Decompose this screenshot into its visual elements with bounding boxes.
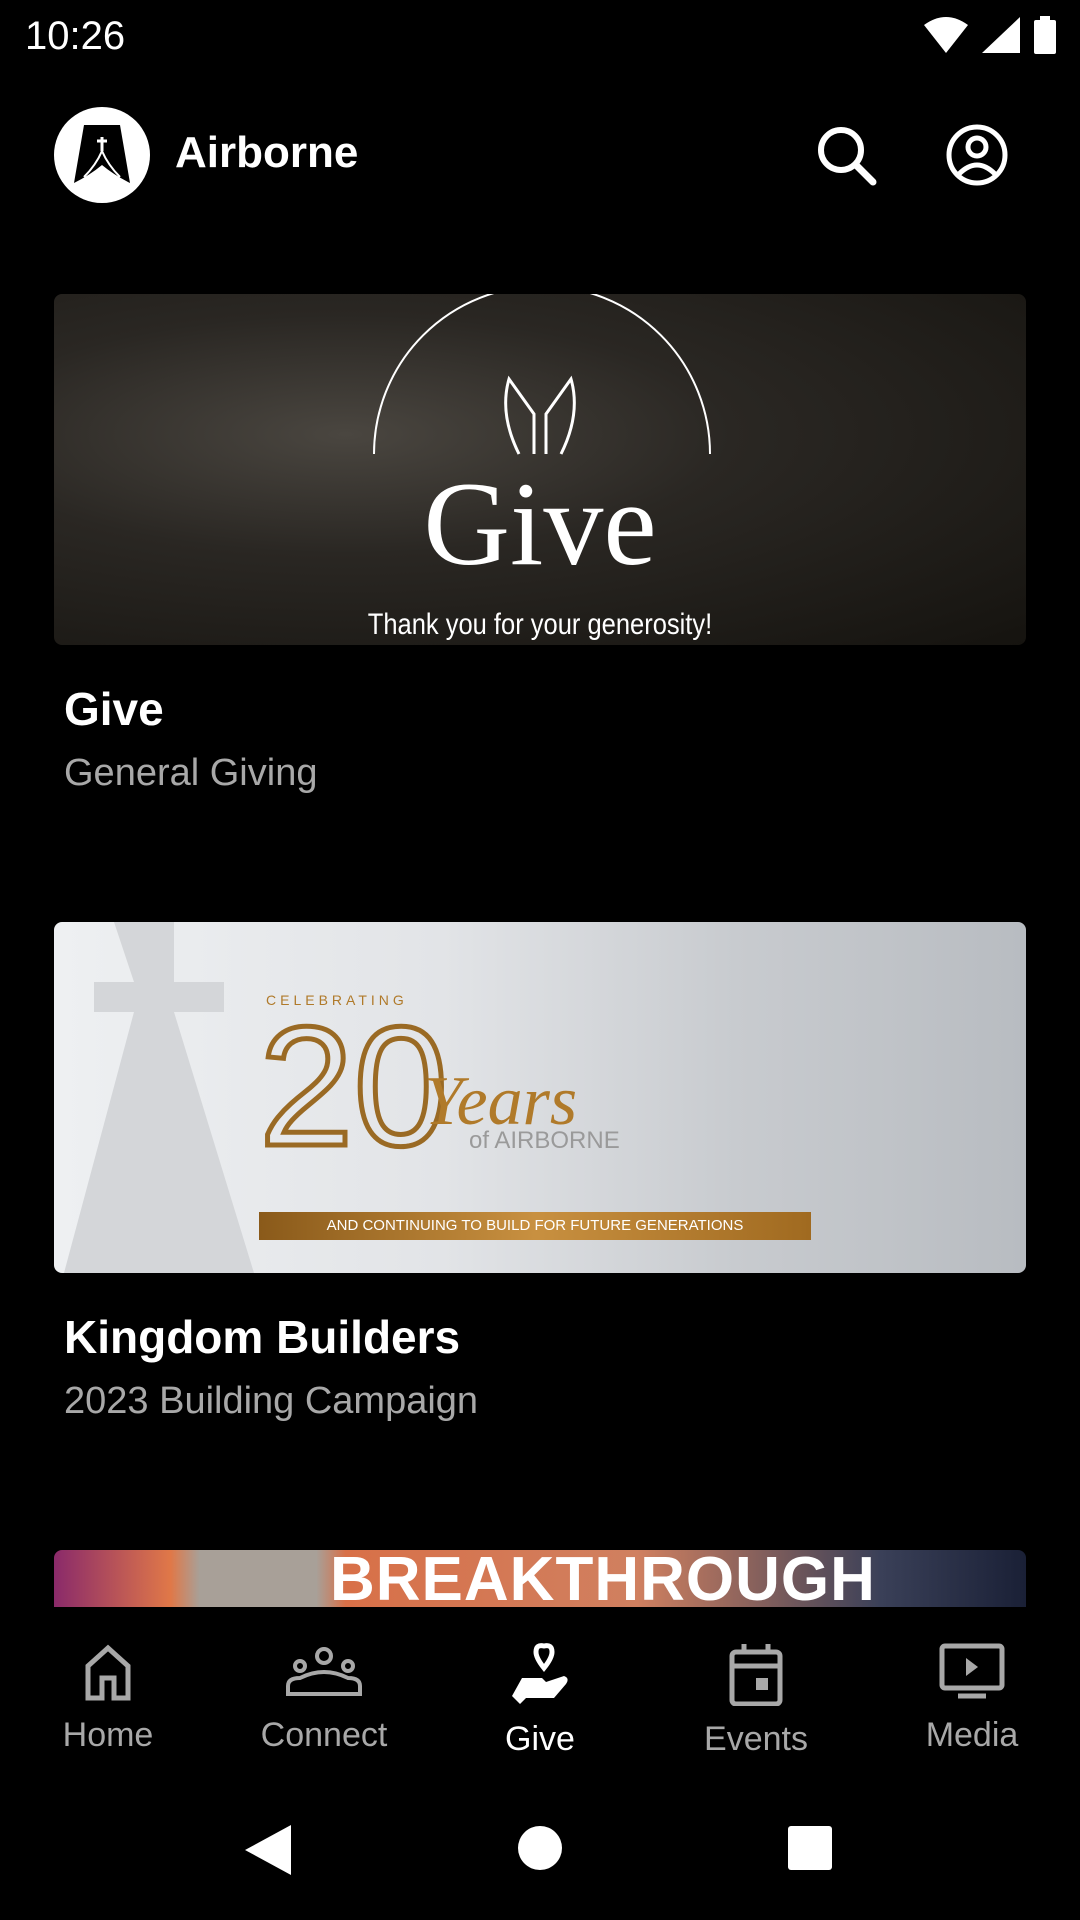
give-image-heading: Give — [423, 457, 657, 590]
nav-events[interactable]: Events — [648, 1607, 864, 1777]
groups-icon — [286, 1647, 362, 1696]
back-icon[interactable] — [245, 1825, 291, 1875]
nav-home[interactable]: Home — [0, 1607, 216, 1777]
twenty-number: 20 — [256, 992, 450, 1182]
account-circle-icon[interactable] — [944, 122, 1010, 188]
card-title[interactable]: Give — [64, 682, 164, 736]
battery-icon — [1034, 16, 1056, 54]
calendar-icon — [729, 1644, 783, 1706]
home-icon — [85, 1644, 131, 1701]
nav-label: Give — [505, 1720, 575, 1758]
campaign-banner: AND CONTINUING TO BUILD FOR FUTURE GENER… — [259, 1212, 811, 1240]
give-image-tagline: Thank you for your generosity! — [367, 608, 713, 641]
nav-give[interactable]: Give — [432, 1607, 648, 1777]
nav-label: Connect — [260, 1716, 388, 1754]
status-time: 10:26 — [25, 14, 126, 58]
card-subtitle: 2023 Building Campaign — [64, 1380, 479, 1422]
app-title: Airborne — [175, 128, 359, 177]
give-card-image[interactable]: Give Thank you for your generosity! — [54, 294, 1026, 645]
hand-heart-icon — [512, 1643, 568, 1704]
card-title[interactable]: Kingdom Builders — [64, 1310, 460, 1364]
of-airborne-text: of AIRBORNE — [469, 1127, 620, 1154]
search-icon[interactable] — [813, 122, 879, 188]
video-play-icon — [939, 1643, 1005, 1699]
bottom-nav: Home Connect Give Events Media — [0, 1607, 1080, 1777]
airborne-logo — [74, 125, 130, 183]
app-logo[interactable] — [54, 107, 150, 203]
kingdom-builders-card-image[interactable]: CELEBRATING 20 Years of AIRBORNE AND CON… — [54, 922, 1026, 1273]
recents-icon[interactable] — [788, 1826, 832, 1870]
nav-label: Media — [925, 1716, 1019, 1754]
status-icons — [924, 16, 1056, 54]
card-subtitle: General Giving — [64, 752, 318, 794]
nav-label: Home — [62, 1716, 154, 1754]
signal-icon — [982, 17, 1020, 53]
system-nav — [0, 1777, 1080, 1920]
breakthrough-card-image[interactable]: BREAKTHROUGH — [54, 1550, 1026, 1607]
breakthrough-heading: BREAKTHROUGH — [330, 1550, 876, 1607]
home-button-icon[interactable] — [518, 1826, 562, 1870]
wifi-icon — [924, 17, 968, 53]
nav-connect[interactable]: Connect — [216, 1607, 432, 1777]
nav-media[interactable]: Media — [864, 1607, 1080, 1777]
nav-label: Events — [704, 1720, 808, 1758]
praying-hands-icon — [504, 375, 576, 455]
